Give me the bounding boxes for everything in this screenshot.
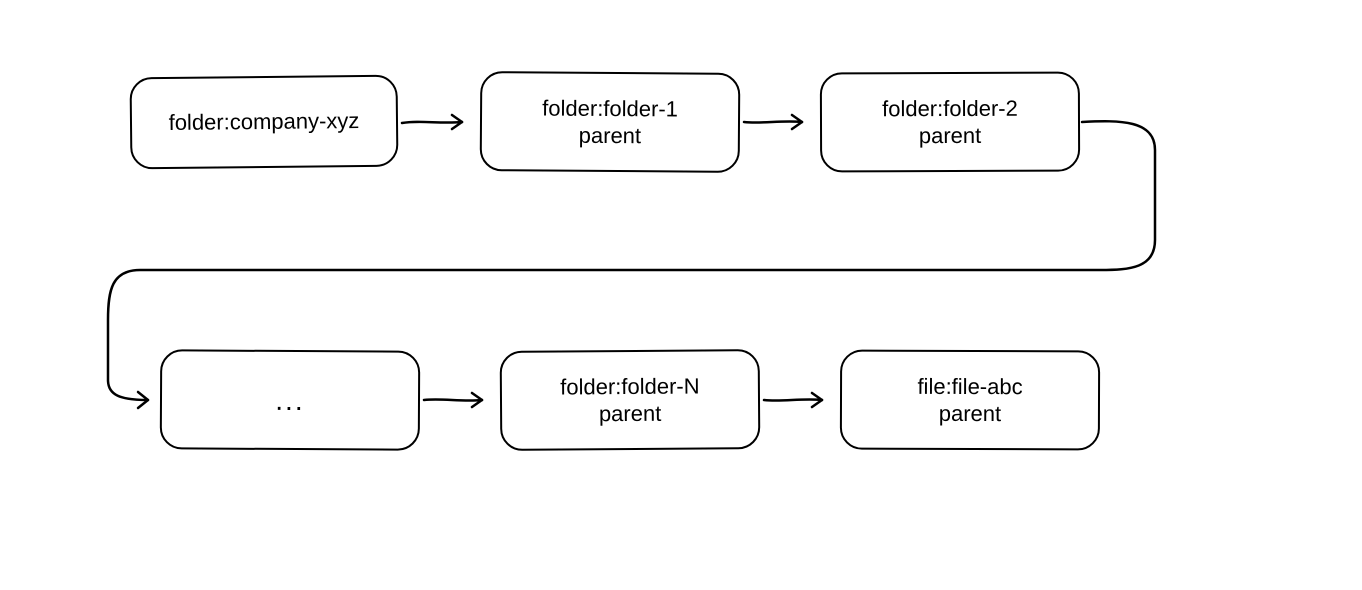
arrow-icon	[422, 386, 498, 414]
node-label: folder:folder-2	[882, 94, 1018, 122]
flow-diagram: folder:company-xyz folder:folder-1 paren…	[0, 0, 1362, 590]
node-label: folder:folder-1	[542, 94, 678, 122]
wrap-arrow-icon	[100, 120, 1180, 420]
arrow-icon	[762, 386, 838, 414]
